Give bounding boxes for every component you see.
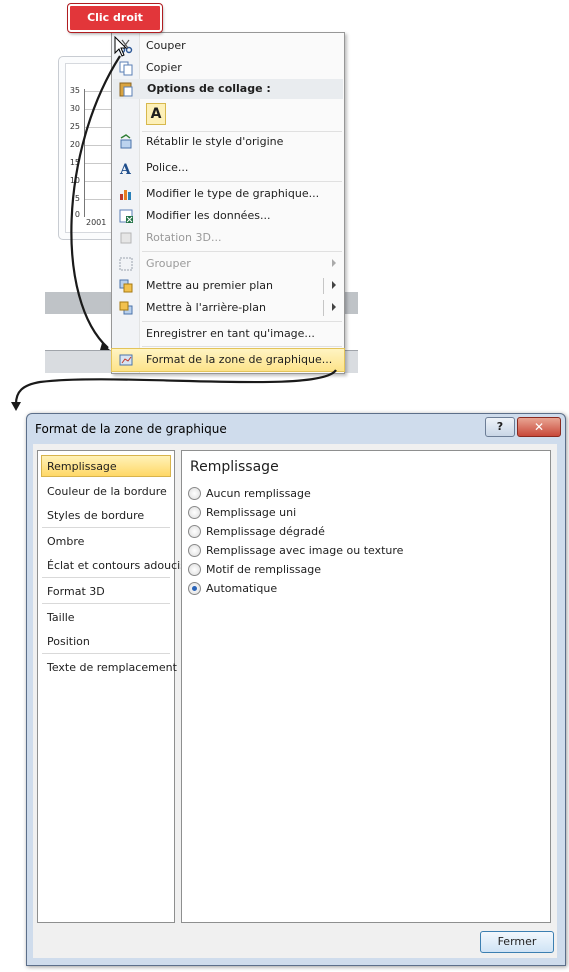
menu-separator [142,181,342,182]
menu-item-copy[interactable]: Copier [112,57,344,79]
menu-item-label: Copier [146,61,182,74]
submenu-arrow-icon [332,259,336,267]
help-button[interactable]: ? [485,417,515,437]
nav-item-border-styles[interactable]: Styles de bordure [42,505,170,525]
menu-item-format-chart-area[interactable]: Format de la zone de graphique... [111,348,345,372]
menu-separator [142,346,342,347]
context-menu: Couper Copier Options de collage : A Rét… [111,32,345,374]
group-icon [119,257,133,271]
nav-item-size[interactable]: Taille [42,607,170,627]
paste-options-header: Options de collage : [113,79,343,99]
menu-item-rotation-3d[interactable]: Rotation 3D... [112,227,344,249]
radio-button[interactable] [188,563,201,576]
nav-item-fill[interactable]: Remplissage [41,455,171,477]
radio-gradient-fill[interactable]: Remplissage dégradé [188,523,528,541]
right-click-callout: Clic droit [68,4,162,32]
y-tick: 20 [69,140,80,149]
menu-item-label: Enregistrer en tant qu'image... [146,327,315,340]
menu-item-label: Police... [146,161,189,174]
svg-text:A: A [119,162,132,176]
mouse-cursor-icon [114,36,128,57]
clipboard-icon [119,82,133,97]
bring-front-icon [119,279,133,293]
reset-style-icon [120,134,132,149]
menu-item-label: Rotation 3D... [146,231,222,244]
y-tick: 35 [69,86,80,95]
split-divider [323,278,324,294]
radio-pattern-fill[interactable]: Motif de remplissage [188,561,528,579]
copy-icon [119,61,133,76]
nav-item-alt-text[interactable]: Texte de remplacement [42,657,177,677]
format-chart-area-icon [119,354,133,366]
radio-button-selected[interactable] [188,582,201,595]
edit-data-icon [119,209,133,223]
menu-item-reset-style[interactable]: Rétablir le style d'origine [112,131,344,153]
menu-item-label: Couper [146,39,186,52]
radio-button[interactable] [188,544,201,557]
nav-divider [42,527,170,528]
radio-solid-fill[interactable]: Remplissage uni [188,504,528,522]
section-title: Remplissage [190,459,279,475]
nav-item-format-3d[interactable]: Format 3D [42,581,170,601]
menu-item-edit-data[interactable]: Modifier les données... [112,205,344,227]
radio-no-fill[interactable]: Aucun remplissage [188,485,528,503]
send-back-icon [119,301,133,315]
menu-item-label: Format de la zone de graphique... [146,353,333,366]
menu-item-save-as-image[interactable]: Enregistrer en tant qu'image... [112,323,344,345]
menu-item-label: Rétablir le style d'origine [146,135,284,148]
y-tick: 10 [69,176,80,185]
y-tick: 25 [69,122,80,131]
menu-item-label: Modifier le type de graphique... [146,187,320,200]
dialog-body: Remplissage Couleur de la bordure Styles… [33,444,557,958]
dialog-title: Format de la zone de graphique [35,422,227,436]
radio-picture-texture-fill[interactable]: Remplissage avec image ou texture [188,542,528,560]
menu-item-label: Mettre au premier plan [146,279,273,292]
menu-separator [142,321,342,322]
menu-item-change-chart-type[interactable]: Modifier le type de graphique... [112,183,344,205]
y-tick: 0 [74,210,80,219]
radio-button[interactable] [188,525,201,538]
font-icon: A [119,162,132,176]
menu-item-send-back[interactable]: Mettre à l'arrière-plan [112,297,344,319]
paste-options-label: Options de collage : [147,82,271,95]
x-tick: 2001 [86,218,107,227]
close-button[interactable]: ✕ [517,417,561,437]
y-axis [84,89,85,217]
nav-divider [42,653,170,654]
menu-separator [142,251,342,252]
radio-automatic[interactable]: Automatique [188,580,528,598]
menu-item-label: Grouper [146,257,191,270]
submenu-arrow-icon[interactable] [332,281,336,289]
nav-item-shadow[interactable]: Ombre [42,531,170,551]
paste-keep-text-button[interactable]: A [146,103,166,125]
y-tick: 30 [69,104,80,113]
nav-item-border-color[interactable]: Couleur de la bordure [42,481,170,501]
fill-options-panel: Remplissage Aucun remplissage Remplissag… [181,450,551,923]
nav-item-glow-soft-edges[interactable]: Éclat et contours adoucis [42,555,186,575]
menu-item-bring-front[interactable]: Mettre au premier plan [112,275,344,297]
nav-divider [42,603,170,604]
nav-divider [42,577,170,578]
submenu-arrow-icon[interactable] [332,303,336,311]
radio-button[interactable] [188,487,201,500]
menu-item-label: Modifier les données... [146,209,271,222]
chart-type-icon [120,190,131,200]
rotation-3d-icon [120,232,132,244]
split-divider [323,300,324,316]
radio-button[interactable] [188,506,201,519]
menu-item-cut[interactable]: Couper [112,35,344,57]
menu-item-group[interactable]: Grouper [112,253,344,275]
close-dialog-button[interactable]: Fermer [480,931,554,953]
format-chart-area-dialog: Format de la zone de graphique ? ✕ Rempl… [26,413,566,966]
category-list: Remplissage Couleur de la bordure Styles… [37,450,186,923]
y-tick: 15 [69,158,80,167]
y-tick: 5 [74,194,80,203]
background-window-edge [0,400,24,972]
menu-item-label: Mettre à l'arrière-plan [146,301,266,314]
menu-item-font[interactable]: A Police... [112,157,344,179]
nav-item-position[interactable]: Position [42,631,170,651]
